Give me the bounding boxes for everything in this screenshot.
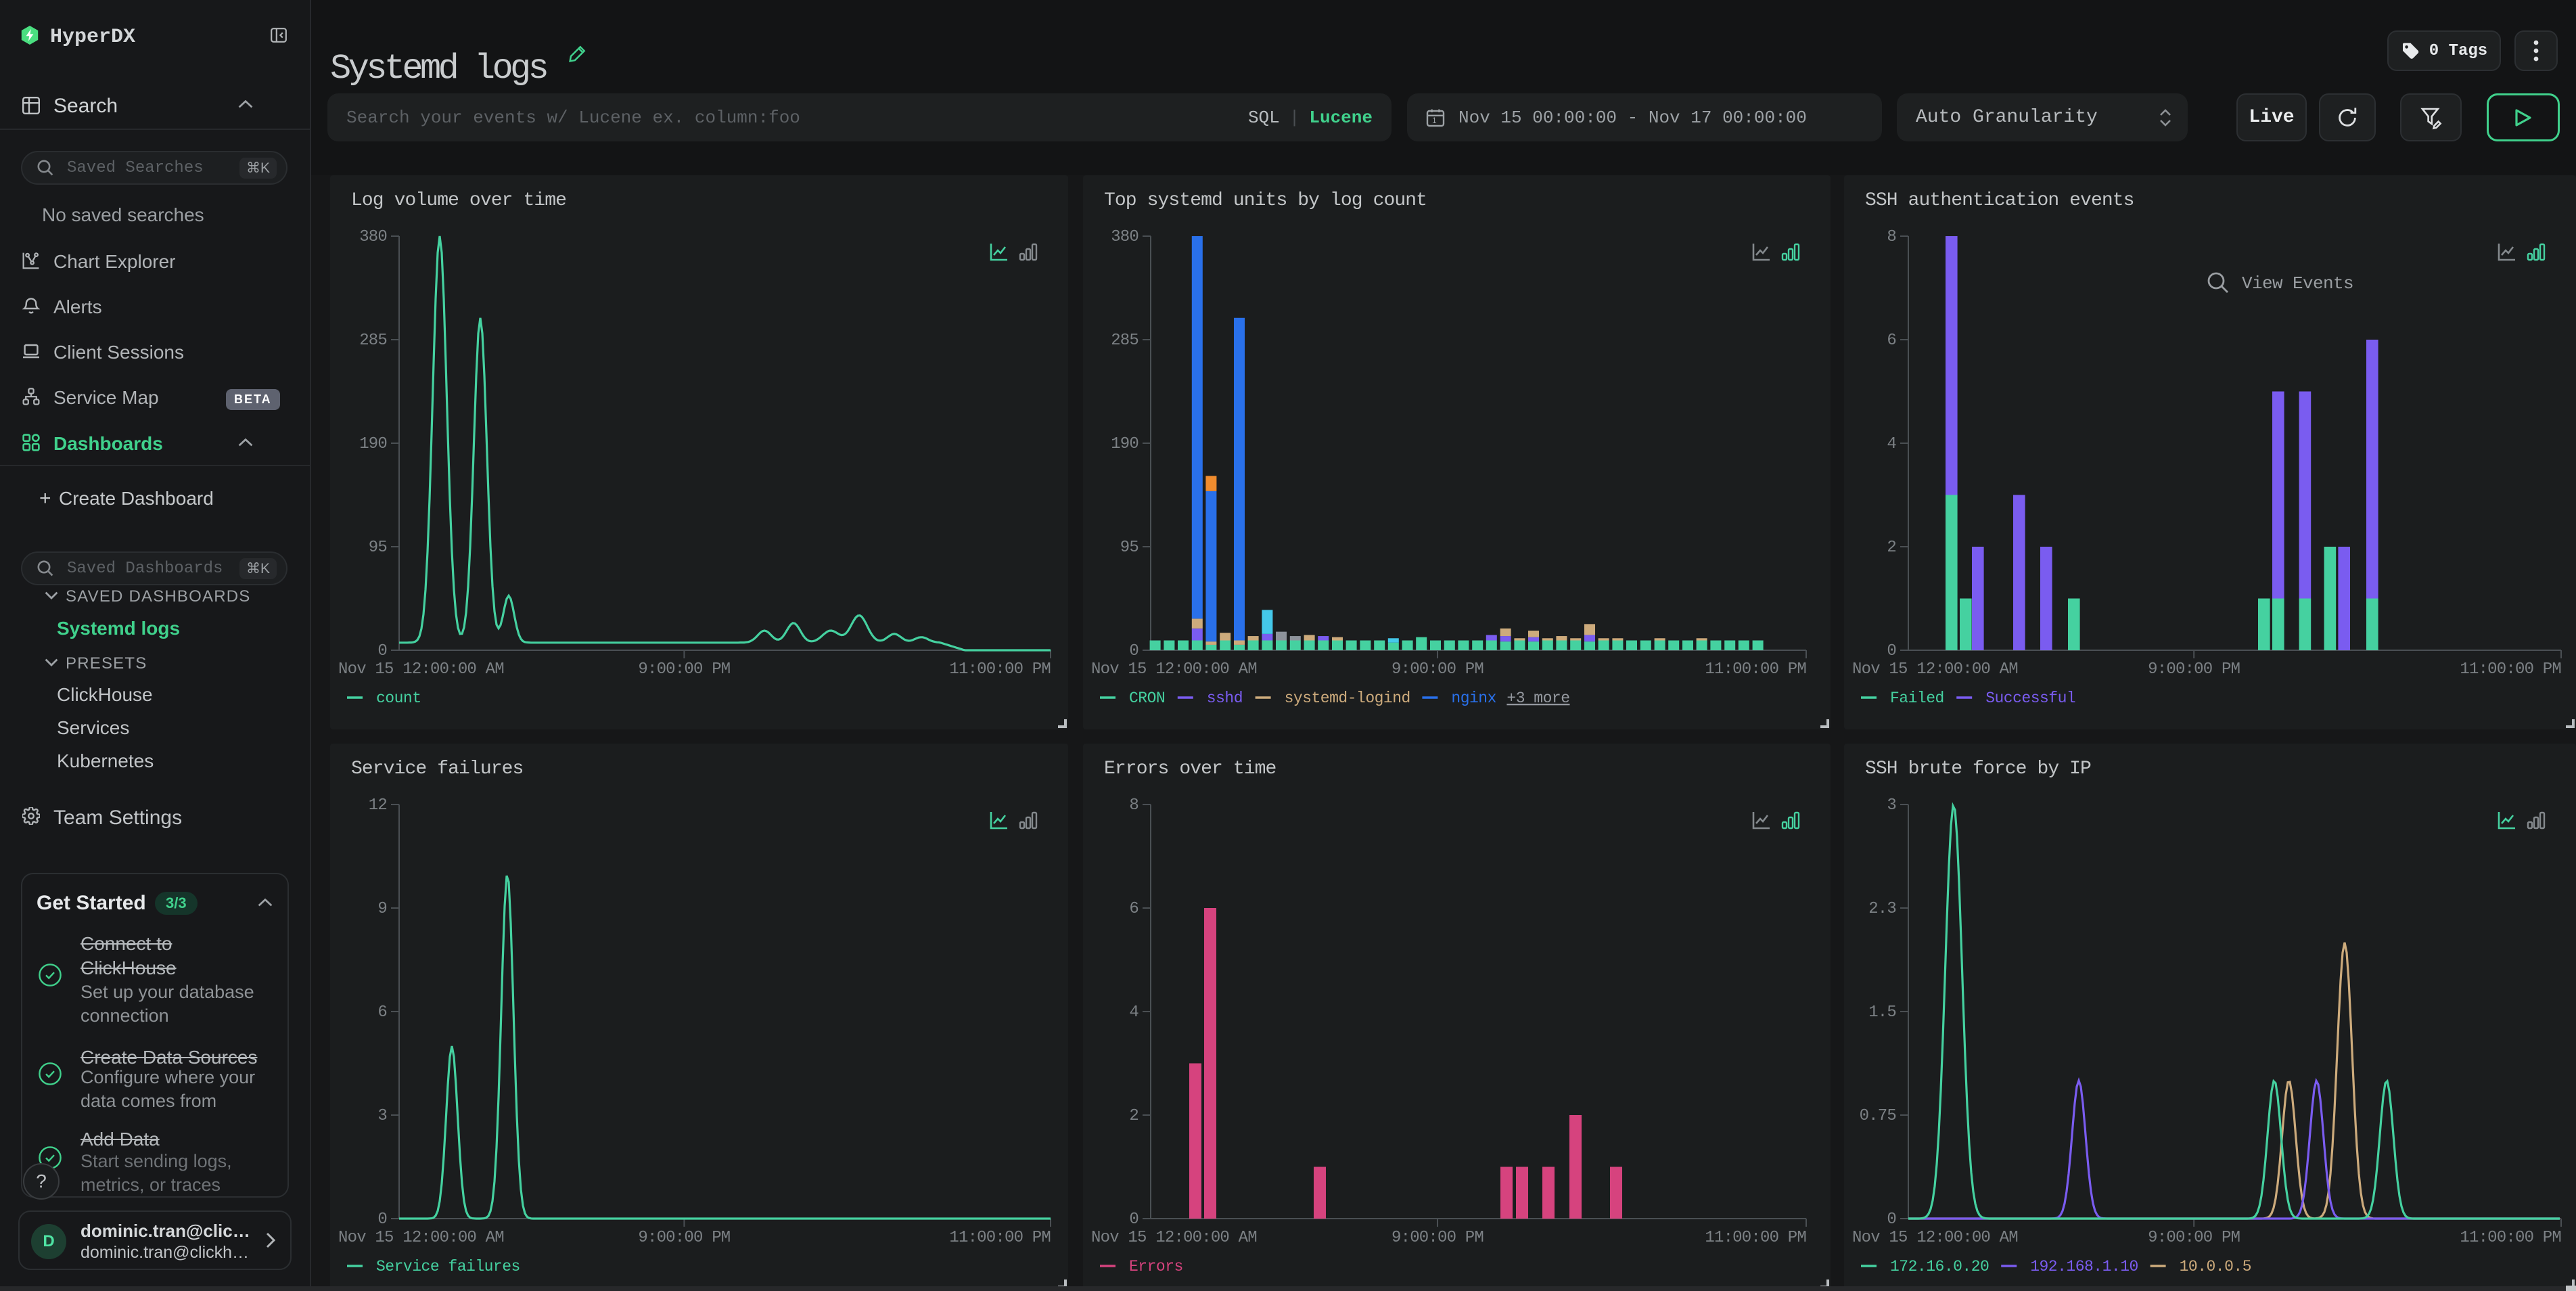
svg-text:Service failures: Service failures <box>376 1258 520 1275</box>
svg-text:0.75: 0.75 <box>1860 1107 1896 1125</box>
svg-text:0: 0 <box>1129 642 1138 660</box>
svg-text:11:00:00 PM: 11:00:00 PM <box>1705 1229 1806 1247</box>
svg-text:95: 95 <box>369 539 387 557</box>
svg-text:9:00:00 PM: 9:00:00 PM <box>638 660 730 679</box>
svg-text:9:00:00 PM: 9:00:00 PM <box>1392 660 1484 679</box>
svg-text:Failed: Failed <box>1890 689 1944 707</box>
svg-text:192.168.1.10: 192.168.1.10 <box>2030 1258 2138 1275</box>
svg-text:Successful: Successful <box>1985 689 2075 707</box>
svg-text:6: 6 <box>1887 332 1896 350</box>
svg-text:0: 0 <box>377 642 387 660</box>
svg-text:8: 8 <box>1887 228 1896 246</box>
svg-text:10.0.0.5: 10.0.0.5 <box>2180 1258 2251 1275</box>
svg-text:1.5: 1.5 <box>1868 1003 1896 1022</box>
svg-text:190: 190 <box>1111 435 1138 453</box>
svg-text:9:00:00 PM: 9:00:00 PM <box>2148 660 2240 679</box>
svg-text:11:00:00 PM: 11:00:00 PM <box>2460 1229 2561 1247</box>
svg-text:190: 190 <box>359 435 387 453</box>
svg-text:9: 9 <box>377 900 387 918</box>
svg-text:380: 380 <box>359 228 387 246</box>
svg-text:Nov 15 12:00:00 AM: Nov 15 12:00:00 AM <box>338 1229 504 1247</box>
svg-text:0: 0 <box>1887 1210 1896 1229</box>
svg-text:Nov 15 12:00:00 AM: Nov 15 12:00:00 AM <box>1091 660 1257 679</box>
svg-text:3: 3 <box>377 1107 387 1125</box>
svg-text:12: 12 <box>369 796 387 815</box>
svg-text:0: 0 <box>377 1210 387 1229</box>
svg-text:6: 6 <box>1129 900 1138 918</box>
svg-text:285: 285 <box>359 332 387 350</box>
svg-text:9:00:00 PM: 9:00:00 PM <box>1392 1229 1484 1247</box>
svg-text:Nov 15 12:00:00 AM: Nov 15 12:00:00 AM <box>1852 660 2018 679</box>
svg-text:nginx: nginx <box>1451 689 1496 707</box>
svg-text:11:00:00 PM: 11:00:00 PM <box>949 1229 1051 1247</box>
svg-text:9:00:00 PM: 9:00:00 PM <box>638 1229 730 1247</box>
svg-text:4: 4 <box>1129 1003 1138 1022</box>
svg-text:2: 2 <box>1129 1107 1138 1125</box>
svg-text:11:00:00 PM: 11:00:00 PM <box>2460 660 2561 679</box>
svg-text:count: count <box>376 689 421 707</box>
svg-text:9:00:00 PM: 9:00:00 PM <box>2148 1229 2240 1247</box>
svg-text:Errors: Errors <box>1129 1258 1183 1275</box>
svg-text:View Events: View Events <box>2242 273 2353 294</box>
svg-text:11:00:00 PM: 11:00:00 PM <box>1705 660 1806 679</box>
svg-text:172.16.0.20: 172.16.0.20 <box>1890 1258 1989 1275</box>
svg-text:3: 3 <box>1887 796 1896 815</box>
svg-text:Nov 15 12:00:00 AM: Nov 15 12:00:00 AM <box>338 660 504 679</box>
svg-text:6: 6 <box>377 1003 387 1022</box>
svg-text:2.3: 2.3 <box>1868 900 1896 918</box>
svg-text:Nov 15 12:00:00 AM: Nov 15 12:00:00 AM <box>1091 1229 1257 1247</box>
svg-text:systemd-logind: systemd-logind <box>1285 689 1410 707</box>
svg-text:285: 285 <box>1111 332 1138 350</box>
svg-text:0: 0 <box>1887 642 1896 660</box>
svg-text:1: 1 <box>1432 116 1437 125</box>
svg-text:11:00:00 PM: 11:00:00 PM <box>949 660 1051 679</box>
svg-text:2: 2 <box>1887 539 1896 557</box>
svg-text:95: 95 <box>1120 539 1138 557</box>
svg-text:Nov 15 12:00:00 AM: Nov 15 12:00:00 AM <box>1852 1229 2018 1247</box>
svg-text:380: 380 <box>1111 228 1138 246</box>
svg-text:+3 more: +3 more <box>1506 689 1569 707</box>
svg-text:4: 4 <box>1887 435 1896 453</box>
svg-text:8: 8 <box>1129 796 1138 815</box>
svg-text:CRON: CRON <box>1129 689 1165 707</box>
svg-text:sshd: sshd <box>1207 689 1243 707</box>
svg-text:0: 0 <box>1129 1210 1138 1229</box>
